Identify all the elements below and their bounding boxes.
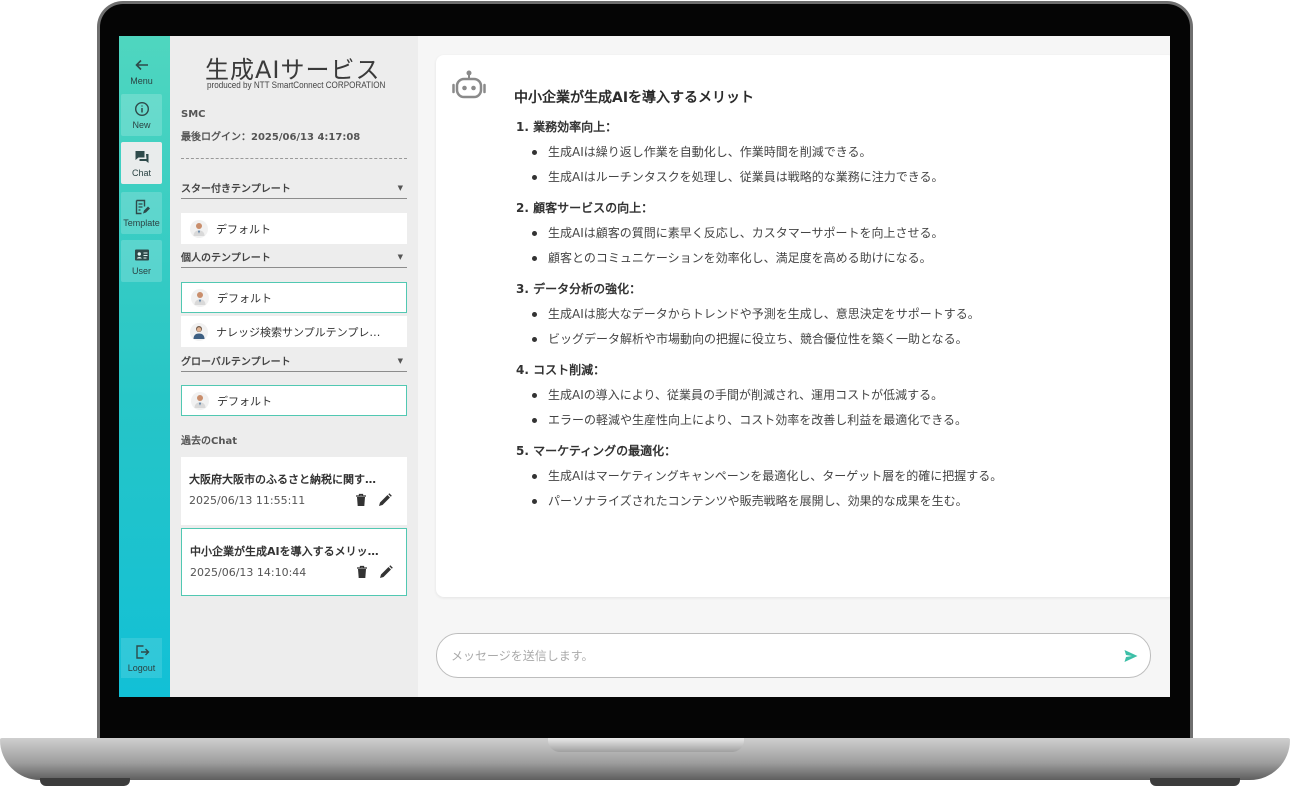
message-bullet: ビッグデータ解析や市場動向の把握に役立ち、競合優位性を築く一助となる。 <box>514 329 1154 354</box>
template-label: デフォルト <box>217 291 272 305</box>
pencil-icon[interactable] <box>378 493 392 507</box>
past-chat-date: 2025/06/13 14:10:44 <box>190 566 307 579</box>
message-bullet: パーソナライズされたコンテンツや販売戦略を展開し、効果的な成果を生む。 <box>514 491 1154 516</box>
personal-templates-header[interactable]: 個人のテンプレート ▼ <box>181 246 407 268</box>
new-label: New <box>132 119 151 130</box>
message-section-title: 5. マーケティングの最適化： <box>516 444 677 458</box>
template-label: ナレッジ検索サンプルテンプレ… <box>216 325 381 339</box>
past-chat-item[interactable]: 中小企業が生成AIを導入するメリッ… 2025/06/13 14:10:44 <box>181 528 407 596</box>
template-nav-button[interactable]: Template <box>121 192 162 234</box>
user-nav-button[interactable]: User <box>121 240 162 282</box>
past-chat-item[interactable]: 大阪府大阪市のふるさと納税に関す… 2025/06/13 11:55:11 <box>181 457 407 525</box>
logout-label: Logout <box>127 662 156 673</box>
chat-label: Chat <box>131 167 151 178</box>
user-label: User <box>131 265 151 276</box>
divider <box>181 158 407 159</box>
message-bullet: 生成AIはマーケティングキャンペーンを最適化し、ターゲット層を的確に把握する。 <box>514 466 1154 491</box>
doctor-avatar-icon <box>190 219 208 238</box>
document-edit-icon <box>135 199 150 214</box>
chat-nav-button[interactable]: Chat <box>121 142 162 184</box>
message-input[interactable] <box>451 644 1091 668</box>
message-bullet: 顧客とのコミュニケーションを効率化し、満足度を高める助けになる。 <box>514 248 1154 273</box>
message-section-title: 3. データ分析の強化： <box>516 282 642 296</box>
message-bullet: 生成AIは繰り返し作業を自動化し、作業時間を削減できる。 <box>514 142 1154 167</box>
message-section-title: 4. コスト削減： <box>516 363 606 377</box>
doctor-avatar-icon <box>191 288 209 307</box>
chevron-down-icon: ▼ <box>397 356 403 365</box>
researcher-avatar-icon <box>190 322 208 341</box>
send-icon[interactable] <box>1123 648 1139 664</box>
message-bullet: 生成AIの導入により、従業員の手間が削減され、運用コストが低減する。 <box>514 385 1154 410</box>
template-item[interactable]: ナレッジ検索サンプルテンプレ… <box>181 316 407 347</box>
menu-button[interactable]: Menu <box>121 50 162 92</box>
message-heading: 中小企業が生成AIを導入するメリット <box>514 90 755 106</box>
laptop-notch <box>548 738 744 752</box>
message-sections: 1. 業務効率向上： 生成AIは繰り返し作業を自動化し、作業時間を削減できる。 生成… <box>514 118 1154 516</box>
message-bullet: 生成AIは膨大なデータからトレンドや予測を生成し、意思決定をサポートする。 <box>514 304 1154 329</box>
message-bullet: エラーの軽減や生産性向上により、コスト効率を改善し利益を最適化できる。 <box>514 410 1154 435</box>
message-section-title: 2. 顧客サービスの向上： <box>516 201 654 215</box>
logout-icon <box>135 644 149 659</box>
trash-icon[interactable] <box>356 565 368 579</box>
sidebar: 生成AIサービス produced by NTT SmartConnect CO… <box>170 36 418 697</box>
user-name: SMC <box>181 109 206 120</box>
arrow-left-icon <box>134 59 148 70</box>
laptop-foot-left <box>40 778 130 786</box>
icon-rail: Menu New Chat Template User Logout <box>119 36 170 697</box>
template-label: デフォルト <box>217 394 272 408</box>
global-templates-header[interactable]: グローバルテンプレート ▼ <box>181 350 407 372</box>
template-label: Template <box>123 217 160 228</box>
message-section-title: 1. 業務効率向上： <box>516 120 618 134</box>
assistant-message: 中小企業が生成AIを導入するメリット 1. 業務効率向上： 生成AIは繰り返し作業… <box>436 55 1170 597</box>
laptop-foot-right <box>1150 778 1240 786</box>
message-bullet-list: 生成AIは繰り返し作業を自動化し、作業時間を削減できる。 生成AIはルーチンタスク… <box>514 142 1154 192</box>
past-chat-heading: 過去のChat <box>181 436 237 447</box>
last-login: 最後ログイン：2025/06/13 4:17:08 <box>181 132 361 143</box>
message-bullet: 生成AIはルーチンタスクを処理し、従業員は戦略的な業務に注力できる。 <box>514 167 1154 192</box>
logout-button[interactable]: Logout <box>121 638 162 678</box>
template-label: デフォルト <box>216 222 271 236</box>
message-bullet: 生成AIは顧客の質問に素早く反応し、カスタマーサポートを向上させる。 <box>514 223 1154 248</box>
laptop-frame: Menu New Chat Template User Logout 生成AIサ… <box>0 0 1290 788</box>
doctor-avatar-icon <box>191 391 209 410</box>
personal-templates-heading: 個人のテンプレート <box>181 253 271 264</box>
chevron-down-icon: ▼ <box>397 183 403 192</box>
message-bullet-list: 生成AIの導入により、従業員の手間が削減され、運用コストが低減する。 エラーの軽減… <box>514 385 1154 435</box>
template-item[interactable]: デフォルト <box>181 213 407 244</box>
message-bullet-list: 生成AIはマーケティングキャンペーンを最適化し、ターゲット層を的確に把握する。パ… <box>514 466 1154 516</box>
pencil-icon[interactable] <box>379 565 393 579</box>
global-templates-heading: グローバルテンプレート <box>181 357 291 368</box>
message-bullet-list: 生成AIは顧客の質問に素早く反応し、カスタマーサポートを向上させる。 顧客とのコミ… <box>514 223 1154 273</box>
chat-main: 中小企業が生成AIを導入するメリット 1. 業務効率向上： 生成AIは繰り返し作業… <box>418 36 1170 697</box>
chat-bubbles-icon <box>135 150 148 163</box>
menu-label: Menu <box>130 75 153 86</box>
starred-templates-header[interactable]: スター付きテンプレート ▼ <box>181 177 407 199</box>
robot-icon <box>452 70 486 99</box>
new-chat-button[interactable]: New <box>121 94 162 136</box>
template-item[interactable]: デフォルト <box>181 385 407 416</box>
past-chat-date: 2025/06/13 11:55:11 <box>189 494 306 507</box>
starred-templates-heading: スター付きテンプレート <box>181 184 291 195</box>
service-logo-subtitle: produced by NTT SmartConnect CORPORATION <box>207 80 386 90</box>
message-content: 中小企業が生成AIを導入するメリット 1. 業務効率向上： 生成AIは繰り返し作業… <box>514 87 1154 523</box>
info-circle-icon <box>134 101 149 116</box>
message-input-box <box>436 633 1151 678</box>
chevron-down-icon: ▼ <box>397 252 403 261</box>
app-screen: Menu New Chat Template User Logout 生成AIサ… <box>119 36 1170 697</box>
past-chat-title: 中小企業が生成AIを導入するメリッ… <box>190 545 379 558</box>
message-bullet-list: 生成AIは膨大なデータからトレンドや予測を生成し、意思決定をサポートする。 ビッグ… <box>514 304 1154 354</box>
trash-icon[interactable] <box>355 493 367 507</box>
past-chat-title: 大阪府大阪市のふるさと納税に関す… <box>189 473 376 486</box>
template-item[interactable]: デフォルト <box>181 282 407 313</box>
id-card-icon <box>134 249 149 260</box>
